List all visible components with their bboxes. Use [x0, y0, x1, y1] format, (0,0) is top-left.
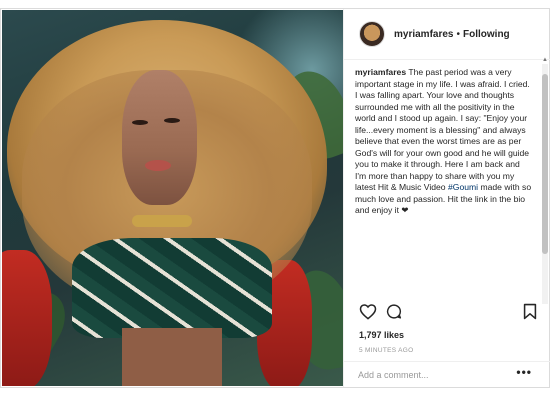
post-header: myriamfares • Following	[344, 9, 550, 60]
red-glove-left	[2, 250, 52, 386]
instagram-post: myriamfares • Following ▲ myriamfares Th…	[0, 8, 550, 388]
comment-input[interactable]	[358, 368, 508, 382]
midriff	[122, 328, 222, 386]
scroll-up-arrow[interactable]: ▲	[542, 57, 548, 63]
eye-left	[132, 120, 148, 125]
heart-icon[interactable]	[359, 303, 377, 325]
header-username[interactable]: myriamfares	[394, 29, 453, 40]
caption-username[interactable]: myriamfares	[355, 67, 406, 77]
bookmark-icon[interactable]	[523, 303, 537, 325]
more-options-icon[interactable]: •••	[516, 365, 532, 379]
avatar[interactable]	[359, 21, 385, 47]
post-sidebar: myriamfares • Following ▲ myriamfares Th…	[343, 9, 550, 387]
hashtag-link[interactable]: #Goumi	[448, 182, 478, 192]
separator-dot: •	[456, 28, 460, 40]
following-button[interactable]: Following	[463, 29, 510, 40]
patterned-top	[72, 238, 272, 338]
post-timestamp[interactable]: 5 MINUTES AGO	[359, 347, 413, 354]
eye-right	[164, 118, 180, 123]
face	[122, 70, 197, 205]
scrollbar[interactable]	[542, 64, 548, 304]
gold-necklace	[132, 215, 192, 227]
comment-bar: •••	[344, 361, 550, 388]
caption-text-1: The past period was a very important sta…	[355, 67, 530, 192]
lips	[145, 160, 171, 171]
comment-icon[interactable]	[385, 303, 403, 325]
post-photo[interactable]	[2, 10, 343, 386]
action-bar	[359, 303, 537, 325]
post-caption: myriamfares The past period was a very i…	[355, 67, 533, 217]
scroll-thumb[interactable]	[542, 74, 548, 254]
likes-count[interactable]: 1,797 likes	[359, 330, 404, 340]
